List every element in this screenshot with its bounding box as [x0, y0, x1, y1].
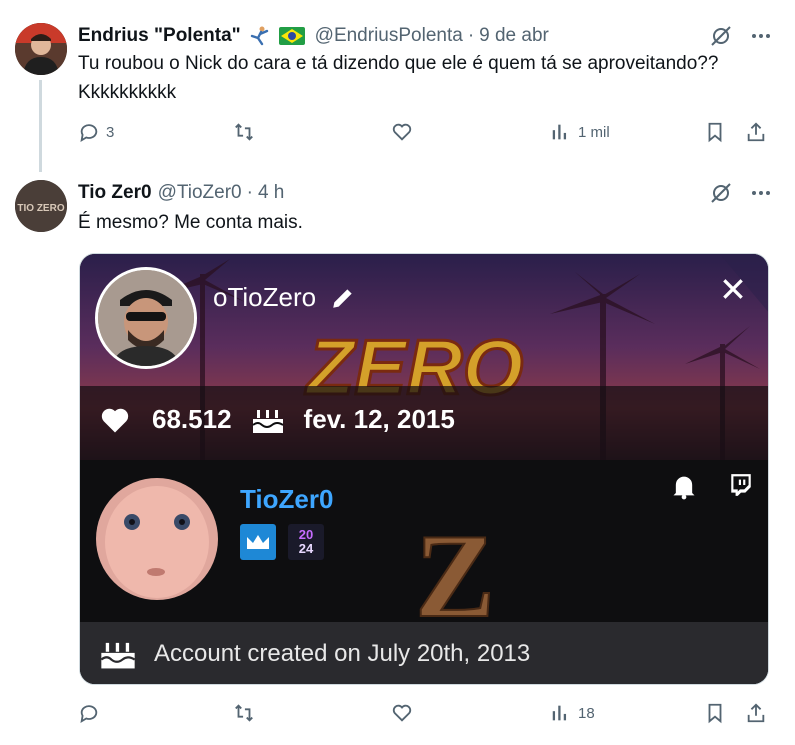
crown-badge-icon	[240, 524, 276, 560]
creation-date: fev. 12, 2015	[303, 404, 455, 434]
retweet-icon	[235, 123, 253, 141]
share-button[interactable]	[745, 121, 767, 143]
top-icons	[709, 24, 771, 48]
handle[interactable]: @EndriusPolenta	[315, 25, 463, 47]
reply-icon	[80, 124, 98, 143]
thread-line	[39, 80, 42, 172]
action-bar: 18	[78, 702, 770, 728]
cake-icon	[100, 642, 136, 669]
retweet-button[interactable]	[233, 702, 255, 724]
views-button[interactable]: 18	[550, 702, 595, 724]
views-icon	[552, 705, 567, 721]
streamer-avatar	[95, 267, 197, 369]
baby-avatar	[96, 478, 218, 600]
retweet-button[interactable]	[233, 121, 255, 143]
streamer-username: oTioZero	[213, 282, 317, 312]
tweet-endrius: Endrius "Polenta" @EndriusPolenta · 9 de…	[0, 0, 795, 172]
pencil-icon	[333, 288, 352, 308]
twitch-icon	[731, 474, 751, 496]
timestamp[interactable]: 4 h	[258, 182, 284, 204]
share-button[interactable]	[745, 702, 767, 724]
tweet-header: Endrius "Polenta" @EndriusPolenta · 9 de…	[78, 24, 549, 48]
reply-button[interactable]: 3	[78, 121, 114, 143]
tweet-text: Tu roubou o Nick do cara e tá dizendo qu…	[78, 49, 718, 107]
year-badge-bottom: 24	[298, 541, 314, 556]
views-button[interactable]: 1 mil	[550, 121, 610, 143]
views-icon	[552, 124, 567, 140]
stats-row: 68.512 fev. 12, 2015	[100, 404, 455, 435]
heart-icon	[101, 408, 129, 432]
top-icons	[709, 181, 771, 205]
display-name[interactable]: Endrius "Polenta"	[78, 25, 241, 47]
twitch-username: TioZer0	[240, 484, 334, 514]
brazil-flag-icon	[278, 27, 305, 45]
bookmark-icon	[708, 122, 722, 143]
card-icons	[670, 472, 754, 500]
close-icon	[720, 276, 746, 307]
badges: 20 24	[240, 524, 324, 560]
reply-button[interactable]	[78, 702, 100, 724]
action-bar: 3 1 mil	[78, 121, 770, 147]
z-logo: Z	[414, 518, 496, 628]
avatar-text: TIO ZERO	[17, 203, 64, 214]
separator: ·	[467, 25, 475, 46]
tweet-media-image[interactable]: ZERO oTioZero 68.512 fev. 12, 2015 Z Tio…	[79, 253, 769, 685]
retweet-icon	[235, 704, 253, 722]
reply-count: 3	[106, 123, 115, 141]
cake-icon	[251, 409, 284, 433]
tweet-text-line2: Kkkkkkkkkk	[78, 82, 177, 103]
streamer-username-row: oTioZero	[213, 282, 356, 313]
handle[interactable]: @TioZer0	[158, 182, 242, 204]
person-kicking-icon	[249, 25, 271, 47]
bookmark-button[interactable]	[704, 702, 726, 724]
year-badge-top: 20	[298, 527, 314, 542]
grok-icon[interactable]	[709, 181, 733, 205]
avatar-tiozer0[interactable]: TIO ZERO	[15, 180, 67, 232]
heart-icon	[392, 704, 412, 722]
bookmark-icon	[708, 703, 722, 724]
more-icon[interactable]	[751, 26, 771, 46]
share-icon	[747, 703, 765, 723]
share-icon	[747, 122, 765, 142]
tweet-text-line1: Tu roubou o Nick do cara e tá dizendo qu…	[78, 53, 719, 74]
svg-text:Z: Z	[415, 518, 495, 628]
account-created-text: Account created on July 20th, 2013	[154, 640, 531, 667]
bookmark-button[interactable]	[704, 121, 726, 143]
reply-icon	[80, 705, 98, 724]
heart-icon	[392, 123, 412, 141]
twitch-card: Z TioZer0 20 24 Account created on July …	[80, 460, 768, 684]
followers-count: 68.512	[152, 404, 232, 434]
tweet-text: É mesmo? Me conta mais.	[78, 212, 303, 233]
bell-icon	[673, 476, 695, 500]
views-count: 18	[578, 704, 595, 722]
more-icon[interactable]	[751, 183, 771, 203]
year-badge-icon: 20 24	[288, 524, 324, 560]
timestamp[interactable]: 9 de abr	[479, 25, 549, 47]
grok-icon[interactable]	[709, 24, 733, 48]
separator: ·	[246, 182, 253, 203]
avatar-endrius[interactable]	[15, 23, 67, 75]
account-created-strip: Account created on July 20th, 2013	[80, 622, 768, 684]
tweet-header: Tio Zer0 @TioZer0 · 4 h	[78, 181, 284, 205]
like-button[interactable]	[391, 702, 413, 724]
like-button[interactable]	[391, 121, 413, 143]
display-name[interactable]: Tio Zer0	[78, 182, 152, 204]
views-count: 1 mil	[578, 123, 610, 141]
